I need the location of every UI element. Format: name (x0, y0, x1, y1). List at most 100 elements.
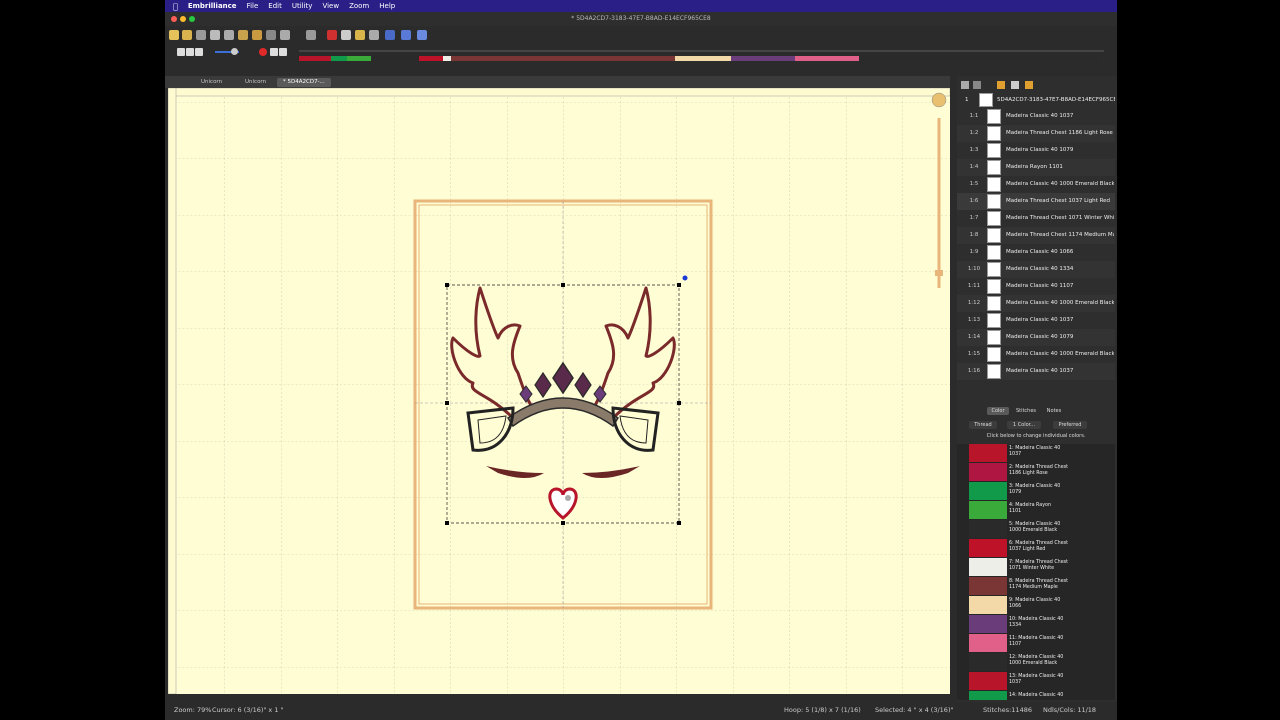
compass-icon[interactable] (931, 92, 947, 108)
design-header-row[interactable]: 1 5D4A2CD7-3183-47E7-B8AD-E14ECF965CE8 (957, 92, 1115, 108)
color-swatch-row[interactable]: 7: Madeira Thread Chest 1071 Winter White (969, 558, 1099, 577)
color-swatch[interactable] (969, 577, 1007, 595)
new-file-icon[interactable] (169, 30, 179, 40)
forward-button[interactable] (195, 48, 203, 56)
tab-notes[interactable]: Notes (1043, 407, 1065, 415)
folder-icon[interactable] (997, 81, 1005, 89)
layer-row[interactable]: 1:16 Madeira Classic 40 1037 (957, 363, 1115, 380)
color-swatch[interactable] (969, 558, 1007, 576)
design-canvas[interactable] (168, 88, 950, 694)
layer-row[interactable]: 1:15 Madeira Classic 40 1000 Emerald Blac… (957, 346, 1115, 363)
layer-row[interactable]: 1:6 Madeira Thread Chest 1037 Light Red (957, 193, 1115, 210)
color-progress-track[interactable] (299, 50, 1104, 52)
menu-help[interactable]: Help (379, 2, 395, 10)
hoop-status[interactable]: Hoop: 5 (1/8) x 7 (1/16) (784, 706, 861, 714)
open-file-icon[interactable] (182, 30, 192, 40)
rotate-handle[interactable] (682, 275, 688, 281)
tab-unicorn-2[interactable]: Unicorn (239, 78, 272, 87)
display-icon[interactable] (417, 30, 427, 40)
layer-row[interactable]: 1:10 Madeira Classic 40 1334 (957, 261, 1115, 278)
preferred-button[interactable]: Preferred (1053, 421, 1087, 429)
color-swatch[interactable] (969, 653, 1007, 671)
magnifier-icon[interactable] (280, 30, 290, 40)
menu-edit[interactable]: Edit (268, 2, 282, 10)
prev-color-button[interactable] (270, 48, 278, 56)
layer-row[interactable]: 1:4 Madeira Rayon 1101 (957, 159, 1115, 176)
zoom-window-button[interactable] (189, 16, 195, 22)
needle-icon[interactable] (327, 30, 337, 40)
color-swatch[interactable] (969, 539, 1007, 557)
color-swatch[interactable] (969, 463, 1007, 481)
color-swatch-row[interactable]: 4: Madeira Rayon 1101 (969, 501, 1099, 520)
color-swatch-row[interactable]: 9: Madeira Classic 40 1066 (969, 596, 1099, 615)
color-swatch-row[interactable]: 12: Madeira Classic 40 1000 Emerald Black (969, 653, 1099, 672)
layer-row[interactable]: 1:5 Madeira Classic 40 1000 Emerald Black (957, 176, 1115, 193)
layer-row[interactable]: 1:13 Madeira Classic 40 1037 (957, 312, 1115, 329)
layers-icon[interactable] (973, 81, 981, 89)
save-icon[interactable] (196, 30, 206, 40)
knife-icon[interactable] (306, 30, 316, 40)
folder-open-icon[interactable] (1025, 81, 1033, 89)
color-swatch[interactable] (969, 691, 1007, 700)
thread-button[interactable]: Thread (969, 421, 997, 429)
layer-row[interactable]: 1:14 Madeira Classic 40 1079 (957, 329, 1115, 346)
tab-color[interactable]: Color (987, 407, 1009, 415)
color-swatch[interactable] (969, 520, 1007, 538)
print-icon[interactable] (210, 30, 220, 40)
layer-row[interactable]: 1:1 Madeira Classic 40 1037 (957, 108, 1115, 125)
one-color-button[interactable]: 1 Color... (1007, 421, 1041, 429)
color-swatch-row[interactable]: 13: Madeira Classic 40 1037 (969, 672, 1099, 691)
layer-row[interactable]: 1:2 Madeira Thread Chest 1186 Light Rose (957, 125, 1115, 142)
stop-button[interactable] (259, 48, 267, 56)
menu-view[interactable]: View (322, 2, 339, 10)
color-swatch-row[interactable]: 1: Madeira Classic 40 1037 (969, 444, 1099, 463)
tab-unicorn-1[interactable]: Unicorn (195, 78, 228, 87)
lock-icon[interactable] (385, 30, 395, 40)
tab-current-design[interactable]: * 5D4A2CD7-... (277, 78, 331, 87)
app-menu[interactable]: Embrilliance (188, 2, 237, 10)
stitch-icon[interactable] (266, 30, 276, 40)
pointer-icon[interactable] (341, 30, 351, 40)
color-swatch[interactable] (969, 501, 1007, 519)
color-swatch[interactable] (969, 482, 1007, 500)
color-swatch-row[interactable]: 8: Madeira Thread Chest 1174 Medium Maple (969, 577, 1099, 596)
color-swatch-row[interactable]: 14: Madeira Classic 40 (969, 691, 1099, 700)
close-window-button[interactable] (171, 16, 177, 22)
cut-icon[interactable] (252, 30, 262, 40)
zoom-slider-knob[interactable] (935, 270, 943, 276)
speed-slider-knob[interactable] (231, 48, 238, 55)
menu-file[interactable]: File (247, 2, 259, 10)
copy-icon[interactable] (224, 30, 234, 40)
color-swatch[interactable] (969, 444, 1007, 462)
frame-icon[interactable] (355, 30, 365, 40)
delete-icon[interactable] (1011, 81, 1019, 89)
color-swatch[interactable] (969, 615, 1007, 633)
layer-row[interactable]: 1:3 Madeira Classic 40 1079 (957, 142, 1115, 159)
export-icon[interactable] (401, 30, 411, 40)
layer-row[interactable]: 1:11 Madeira Classic 40 1107 (957, 278, 1115, 295)
layer-row[interactable]: 1:7 Madeira Thread Chest 1071 Winter Whit… (957, 210, 1115, 227)
color-swatch[interactable] (969, 596, 1007, 614)
play-button[interactable] (186, 48, 194, 56)
view-icon[interactable] (961, 81, 969, 89)
menu-utility[interactable]: Utility (292, 2, 313, 10)
color-swatch[interactable] (969, 672, 1007, 690)
color-swatch-row[interactable]: 3: Madeira Classic 40 1079 (969, 482, 1099, 501)
color-sequence-strip[interactable] (299, 56, 1099, 61)
layer-row[interactable]: 1:9 Madeira Classic 40 1066 (957, 244, 1115, 261)
layer-row[interactable]: 1:12 Madeira Classic 40 1000 Emerald Blac… (957, 295, 1115, 312)
gear-icon[interactable] (369, 30, 379, 40)
tab-stitches[interactable]: Stitches (1013, 407, 1039, 415)
color-swatch-row[interactable]: 10: Madeira Classic 40 1334 (969, 615, 1099, 634)
apple-icon[interactable]:  (173, 2, 178, 11)
color-swatch-row[interactable]: 2: Madeira Thread Chest 1186 Light Rose (969, 463, 1099, 482)
minimize-window-button[interactable] (180, 16, 186, 22)
layer-row[interactable]: 1:8 Madeira Thread Chest 1174 Medium Mapl… (957, 227, 1115, 244)
paste-icon[interactable] (238, 30, 248, 40)
next-color-button[interactable] (279, 48, 287, 56)
color-swatch-row[interactable]: 6: Madeira Thread Chest 1037 Light Red (969, 539, 1099, 558)
menu-zoom[interactable]: Zoom (349, 2, 369, 10)
color-swatch[interactable] (969, 634, 1007, 652)
color-swatch-row[interactable]: 11: Madeira Classic 40 1107 (969, 634, 1099, 653)
color-swatch-row[interactable]: 5: Madeira Classic 40 1000 Emerald Black (969, 520, 1099, 539)
